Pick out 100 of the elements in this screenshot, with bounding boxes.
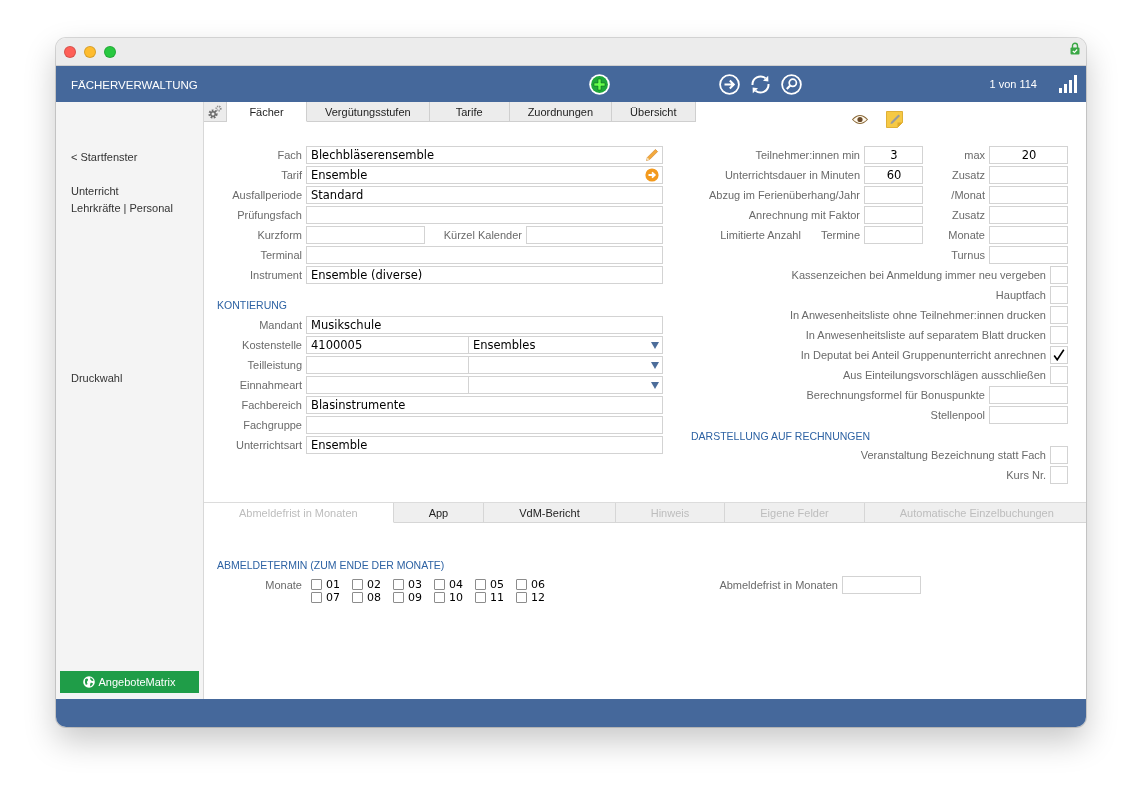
caret-icon[interactable] <box>651 381 659 389</box>
text-field[interactable]: Blechbläserensemble <box>306 146 663 164</box>
checkbox-label: 06 <box>531 578 545 591</box>
checkbox[interactable] <box>393 592 404 603</box>
caret-icon[interactable] <box>651 341 659 349</box>
number-field[interactable]: 20 <box>989 146 1068 164</box>
sidebar-link[interactable]: Unterricht <box>71 183 119 200</box>
number-field[interactable] <box>864 186 923 204</box>
arrow-right-icon[interactable] <box>719 73 740 95</box>
text-field[interactable]: Blasinstrumente <box>306 396 663 414</box>
signal-bars-icon <box>1059 75 1077 93</box>
text-field[interactable]: Standard <box>306 186 663 204</box>
note-icon[interactable] <box>886 111 903 128</box>
tick-icon <box>1053 349 1065 361</box>
number-field[interactable] <box>864 206 923 224</box>
text-field[interactable] <box>526 226 663 244</box>
record-counter: 1 von 114 <box>989 78 1037 90</box>
checkbox[interactable] <box>311 592 322 603</box>
tab[interactable]: Übersicht <box>612 102 696 122</box>
field-label: Einnahmeart <box>239 379 302 391</box>
checkbox-label: 05 <box>490 578 504 591</box>
pencil-icon[interactable] <box>645 148 659 162</box>
text-field[interactable] <box>306 356 469 374</box>
field-label: Kurs Nr. <box>1006 469 1046 481</box>
checkbox[interactable] <box>516 592 527 603</box>
matrix-button[interactable]: AngeboteMatrix <box>60 671 199 693</box>
text-field[interactable]: 4100005 <box>306 336 469 354</box>
minimize-button[interactable] <box>84 45 96 58</box>
checkbox-label: 04 <box>449 578 463 591</box>
eye-icon[interactable] <box>852 114 868 125</box>
field-label: Unterrichtsart <box>235 439 302 451</box>
number-field[interactable] <box>989 186 1068 204</box>
field-label: Stellenpool <box>930 409 985 421</box>
number-field[interactable] <box>989 246 1068 264</box>
field-label: Unterrichtsdauer in Minuten <box>724 169 860 181</box>
tab[interactable]: App <box>393 503 485 523</box>
field-label: Kassenzeichen bei Anmeldung immer neu vergeben <box>791 269 1046 281</box>
close-button[interactable] <box>64 45 76 58</box>
checkbox[interactable] <box>352 592 363 603</box>
number-field[interactable]: 60 <box>864 166 923 184</box>
checkbox-label: 08 <box>367 591 381 604</box>
text-field[interactable]: Ensemble <box>306 166 663 184</box>
sidebar-link[interactable]: Lehrkräfte | Personal <box>71 200 173 217</box>
section-heading: KONTIERUNG <box>217 299 287 311</box>
settings-tab[interactable] <box>204 102 227 122</box>
field-label: Zusatz <box>952 169 985 181</box>
globe-icon <box>83 676 96 688</box>
number-field[interactable] <box>989 226 1068 244</box>
add-icon[interactable] <box>589 73 610 95</box>
text-field[interactable] <box>306 246 663 264</box>
tab[interactable]: VdM-Bericht <box>484 503 616 523</box>
checkbox[interactable] <box>393 579 404 590</box>
checkbox-label: 01 <box>326 578 340 591</box>
checkbox[interactable] <box>434 579 445 590</box>
field-label: Monate <box>948 229 985 241</box>
tab[interactable]: Tarife <box>429 102 510 122</box>
field-label: Instrument <box>250 269 302 281</box>
checkbox[interactable] <box>475 579 486 590</box>
maximize-button[interactable] <box>104 45 116 58</box>
text-field[interactable] <box>306 376 469 394</box>
arrow-circle-icon[interactable] <box>645 168 659 182</box>
refresh-icon[interactable] <box>750 73 771 95</box>
field-label: Abmeldefrist in Monaten <box>719 579 838 591</box>
sidebar-link[interactable]: Druckwahl <box>71 370 123 387</box>
number-field[interactable] <box>989 166 1068 184</box>
caret-icon[interactable] <box>651 361 659 369</box>
field-label: In Anwesenheitsliste auf separatem Blatt drucken <box>805 329 1046 341</box>
checkbox[interactable] <box>311 579 322 590</box>
text-field[interactable]: Ensemble <box>306 436 663 454</box>
field-label: Turnus <box>951 249 985 261</box>
number-field[interactable]: 3 <box>864 146 923 164</box>
text-field[interactable]: Musikschule <box>306 316 663 334</box>
field-label: Aus Einteilungsvorschlägen ausschließen <box>843 369 1046 381</box>
field-label: Terminal <box>260 249 302 261</box>
dropdown-field[interactable] <box>469 356 663 374</box>
text-field[interactable] <box>306 416 663 434</box>
checkbox[interactable] <box>434 592 445 603</box>
dropdown-field[interactable]: Ensembles <box>469 336 663 354</box>
search-icon[interactable] <box>781 73 802 95</box>
text-field[interactable] <box>989 406 1068 424</box>
text-field[interactable] <box>306 226 425 244</box>
checkbox-label: 03 <box>408 578 422 591</box>
number-field[interactable] <box>989 206 1068 224</box>
tab[interactable]: Zuordnungen <box>509 102 613 122</box>
sidebar-link[interactable]: < Startfenster <box>71 149 138 166</box>
text-field[interactable] <box>989 386 1068 404</box>
text-field[interactable]: Ensemble (diverse) <box>306 266 663 284</box>
checkbox-label: 10 <box>449 591 463 604</box>
field-label: In Deputat bei Anteil Gruppenunterricht anrechnen <box>800 349 1046 361</box>
dropdown-field[interactable] <box>469 376 663 394</box>
checkbox[interactable] <box>352 579 363 590</box>
app-title: FÄCHERVERWALTUNG <box>71 79 198 91</box>
section-heading: DARSTELLUNG AUF RECHNUNGEN <box>691 430 871 442</box>
tab[interactable]: Vergütungsstufen <box>307 102 430 122</box>
checkbox[interactable] <box>475 592 486 603</box>
checkbox[interactable] <box>516 579 527 590</box>
field-label: max <box>964 149 985 161</box>
text-field[interactable] <box>306 206 663 224</box>
number-field[interactable] <box>864 226 923 244</box>
number-field[interactable] <box>842 576 921 594</box>
